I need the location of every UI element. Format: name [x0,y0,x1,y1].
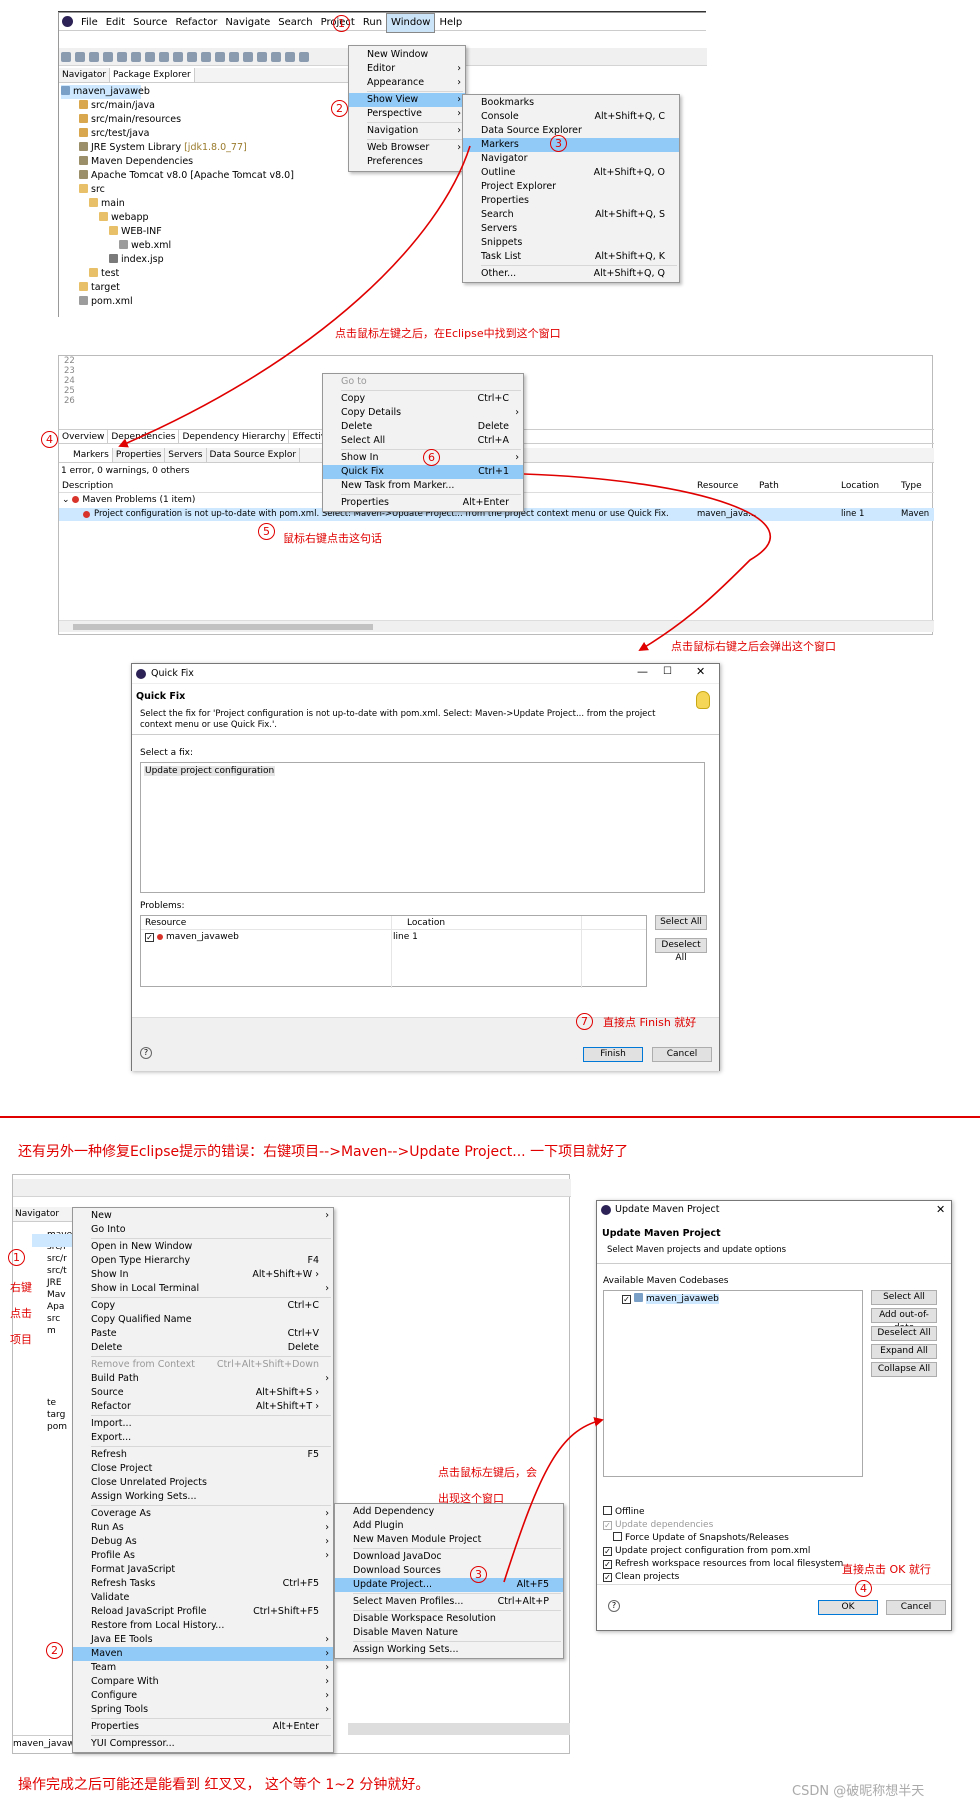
arrow-markers-to-tab [118,145,471,448]
annotation-arrows [118,145,772,1583]
arrow-quickfix-to-dialog [523,473,772,651]
arrow-update-to-dialog [503,1417,604,1583]
